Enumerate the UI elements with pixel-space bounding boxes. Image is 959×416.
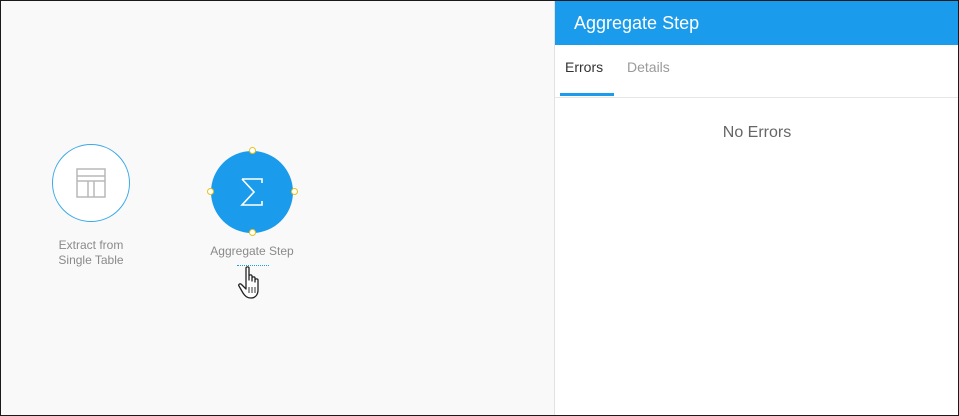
table-icon (76, 168, 106, 198)
aggregate-node[interactable] (211, 151, 293, 233)
tab-details[interactable]: Details (627, 59, 670, 75)
app-frame: Extract from Single Table Aggregate Step… (0, 0, 959, 416)
connector-handle-right[interactable] (291, 188, 298, 195)
extract-node[interactable] (52, 144, 130, 222)
properties-panel: Aggregate Step Errors Details No Errors (554, 1, 958, 415)
extract-node-label-line2: Single Table (58, 253, 124, 267)
tab-errors[interactable]: Errors (565, 59, 603, 75)
connector-handle-top[interactable] (249, 147, 256, 154)
sigma-icon (240, 178, 263, 206)
connector-handle-bottom[interactable] (249, 229, 256, 236)
panel-title: Aggregate Step (555, 1, 958, 45)
aggregate-node-label: Aggregate Step (210, 244, 294, 258)
hand-pointer-icon (238, 266, 259, 299)
connector-handle-left[interactable] (207, 188, 214, 195)
no-errors-message: No Errors (722, 124, 792, 141)
errors-content: No Errors (555, 98, 958, 398)
panel-tabs: Errors Details (555, 45, 958, 98)
extract-node-label-line1: Extract from (58, 238, 124, 252)
flow-canvas[interactable]: Extract from Single Table Aggregate Step (1, 1, 554, 415)
extract-node-label: Extract from Single Table (41, 238, 141, 268)
active-tab-indicator (560, 93, 614, 96)
